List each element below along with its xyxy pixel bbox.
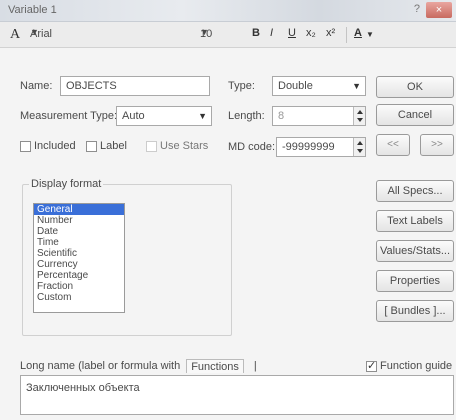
use-stars-box [146, 140, 157, 152]
function-guide-label: Function guide [380, 360, 453, 372]
list-item[interactable]: Date [34, 226, 124, 237]
list-item[interactable]: Custom [34, 292, 124, 303]
md-code-label: MD code: [228, 141, 276, 153]
function-guide-box [366, 359, 377, 372]
included-checkbox[interactable]: Included [20, 140, 76, 152]
previous-variable-button[interactable]: << [376, 134, 410, 156]
use-stars-checkbox[interactable]: Use Stars [146, 140, 208, 152]
text-labels-button[interactable]: Text Labels [376, 210, 454, 232]
chevron-down-icon: ▼ [30, 27, 39, 37]
list-item[interactable]: Time [34, 237, 124, 248]
length-spinner[interactable] [353, 107, 365, 125]
superscript-button[interactable]: x² [326, 27, 335, 39]
display-format-group: Display format General Number Date Time … [22, 178, 232, 336]
format-toolbar: A Arial ▼ 10 ▼ B I U x₂ x² A ▼ [0, 22, 456, 48]
chevron-down-icon: ▼ [198, 111, 207, 121]
font-size-select[interactable]: 10 ▼ [196, 27, 240, 43]
md-code-spinner[interactable] [353, 138, 365, 156]
tab-more[interactable]: | [254, 360, 257, 372]
included-box [20, 140, 31, 152]
all-specs-button[interactable]: All Specs... [376, 180, 454, 202]
values-stats-button[interactable]: Values/Stats... [376, 240, 454, 262]
length-value: 8 [278, 110, 285, 122]
label-label: Label [100, 140, 127, 152]
subscript-button[interactable]: x₂ [306, 27, 316, 39]
measurement-type-value: Auto [122, 110, 145, 122]
next-variable-button[interactable]: >> [420, 134, 454, 156]
measurement-type-label: Measurement Type: [20, 110, 118, 122]
function-guide-checkbox[interactable]: Function guide [366, 359, 453, 372]
type-select[interactable]: Double ▼ [272, 76, 366, 96]
help-icon[interactable]: ? [414, 3, 420, 15]
list-item[interactable]: Percentage [34, 270, 124, 281]
md-code-input[interactable]: -99999999 [276, 137, 366, 157]
window-title: Variable 1 [8, 4, 57, 16]
cancel-button[interactable]: Cancel [376, 104, 454, 126]
title-bar: Variable 1 ? × [0, 0, 456, 22]
display-format-legend: Display format [29, 178, 104, 190]
long-name-textarea[interactable]: Заключенных объекта [20, 375, 454, 415]
list-item[interactable]: Number [34, 215, 124, 226]
length-input[interactable]: 8 [272, 106, 366, 126]
measurement-type-select[interactable]: Auto ▼ [116, 106, 212, 126]
list-item[interactable]: Currency [34, 259, 124, 270]
tab-long-name[interactable]: Long name (label or formula with [20, 360, 180, 372]
list-item[interactable]: Fraction [34, 281, 124, 292]
included-label: Included [34, 140, 76, 152]
label-checkbox[interactable]: Label [86, 140, 127, 152]
chevron-down-icon: ▼ [352, 81, 361, 91]
use-stars-label: Use Stars [160, 140, 209, 152]
bundles-button[interactable]: [ Bundles ]... [376, 300, 454, 322]
name-label: Name: [20, 80, 53, 92]
chevron-down-icon: ▼ [200, 27, 209, 37]
chevron-down-icon[interactable]: ▼ [366, 30, 374, 39]
ok-button[interactable]: OK [376, 76, 454, 98]
name-input[interactable]: OBJECTS [60, 76, 210, 96]
underline-button[interactable]: U [288, 27, 296, 39]
label-box [86, 140, 97, 152]
long-name-value: Заключенных объекта [26, 382, 140, 394]
display-format-list[interactable]: General Number Date Time Scientific Curr… [33, 203, 125, 313]
md-code-value: -99999999 [282, 141, 335, 153]
length-label: Length: [228, 110, 265, 122]
list-item[interactable]: General [34, 204, 124, 215]
tab-functions[interactable]: Functions [186, 359, 244, 373]
name-value: OBJECTS [66, 80, 117, 92]
bold-button[interactable]: B [252, 27, 260, 39]
font-color-button[interactable]: A [354, 27, 362, 39]
italic-button[interactable]: I [270, 27, 273, 39]
type-value: Double [278, 80, 313, 92]
font-name-select[interactable]: Arial ▼ [28, 27, 188, 43]
list-item[interactable]: Scientific [34, 248, 124, 259]
long-name-tabs: Long name (label or formula with Functio… [20, 358, 257, 374]
font-icon: A [10, 27, 21, 42]
toolbar-separator [346, 27, 347, 43]
type-label: Type: [228, 80, 255, 92]
properties-button[interactable]: Properties [376, 270, 454, 292]
close-icon[interactable]: × [426, 2, 452, 18]
